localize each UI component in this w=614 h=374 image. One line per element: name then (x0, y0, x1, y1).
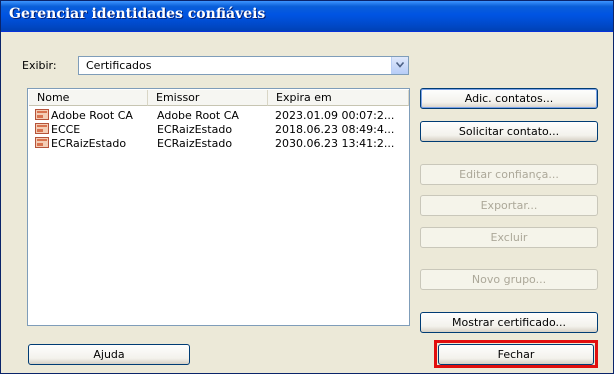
filter-dropdown[interactable]: Certificados (78, 56, 409, 75)
new-group-button[interactable]: Novo grupo... (420, 269, 598, 290)
add-contacts-button[interactable]: Adic. contatos... (420, 88, 598, 109)
chevron-down-icon (396, 62, 404, 68)
export-button[interactable]: Exportar... (420, 195, 598, 216)
certificate-icon (35, 109, 49, 120)
cell-issuer: Adobe Root CA (157, 109, 239, 122)
edit-trust-button[interactable]: Editar confiança... (420, 164, 598, 185)
window-title: Gerenciar identidades confiáveis (9, 6, 266, 22)
certificate-icon (35, 123, 49, 134)
cell-expires: 2018.06.23 08:49:4... (275, 123, 395, 136)
cell-expires: 2030.06.23 13:41:2... (275, 137, 395, 150)
cell-issuer: ECRaizEstado (157, 123, 233, 136)
request-contact-button[interactable]: Solicitar contato... (420, 121, 598, 142)
cell-expires: 2023.01.09 00:07:2... (275, 109, 395, 122)
dropdown-button[interactable] (391, 57, 408, 74)
close-button-highlight (434, 340, 598, 368)
cell-name: Adobe Root CA (51, 109, 133, 122)
column-header-name[interactable]: Nome (29, 90, 148, 106)
column-header-expires[interactable]: Expira em (268, 90, 409, 106)
certificate-icon (35, 137, 49, 148)
cell-issuer: ECRaizEstado (157, 137, 233, 150)
column-header-issuer[interactable]: Emissor (148, 90, 268, 106)
show-certificate-button[interactable]: Mostrar certificado... (420, 312, 598, 333)
table-row[interactable]: ECCE ECRaizEstado 2018.06.23 08:49:4... (30, 123, 408, 136)
delete-button[interactable]: Excluir (420, 227, 598, 248)
table-row[interactable]: Adobe Root CA Adobe Root CA 2023.01.09 0… (30, 109, 408, 122)
help-button[interactable]: Ajuda (28, 344, 190, 365)
filter-value: Certificados (86, 59, 152, 72)
filter-label: Exibir: (22, 59, 57, 72)
table-row[interactable]: ECRaizEstado ECRaizEstado 2030.06.23 13:… (30, 137, 408, 150)
identities-list[interactable]: Nome Emissor Expira em Adobe Root CA Ado… (27, 88, 410, 326)
cell-name: ECCE (51, 123, 81, 136)
trusted-identities-dialog: Gerenciar identidades confiáveis Exibir:… (0, 0, 614, 374)
cell-name: ECRaizEstado (51, 137, 127, 150)
title-bar[interactable]: Gerenciar identidades confiáveis (1, 1, 613, 32)
